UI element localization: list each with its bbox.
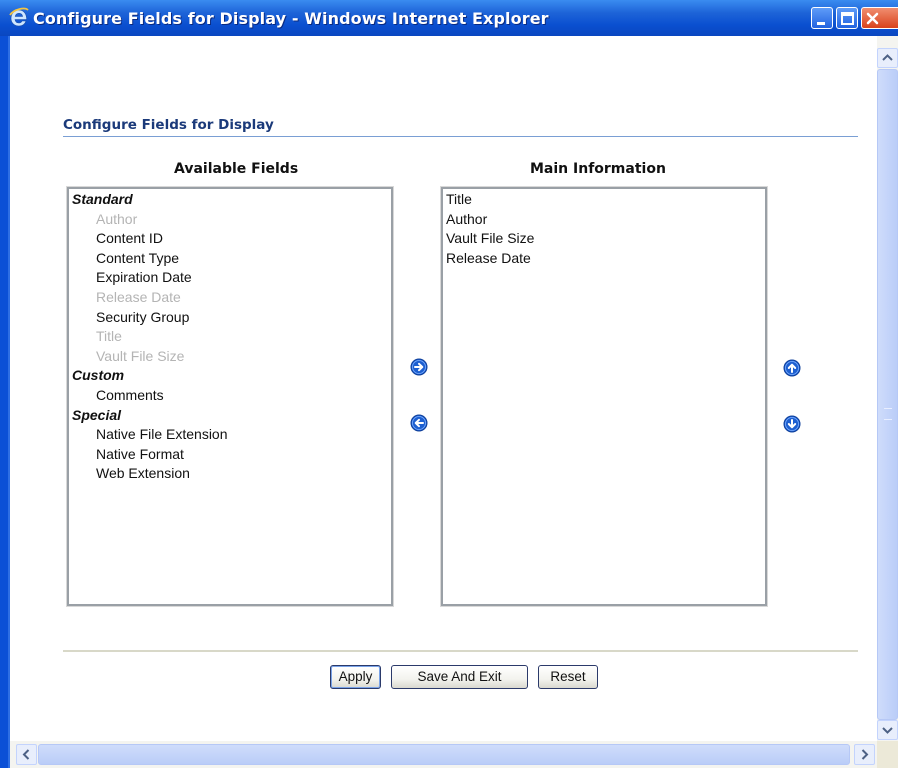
main-information-list[interactable]: Title Author Vault File Size Release Date bbox=[440, 186, 768, 607]
scroll-left-button[interactable] bbox=[16, 744, 37, 765]
apply-button[interactable]: Apply bbox=[330, 665, 381, 689]
available-field-option: Author bbox=[96, 210, 138, 227]
main-information-option[interactable]: Author bbox=[446, 210, 765, 230]
page-content: Configure Fields for Display Available F… bbox=[10, 36, 877, 741]
horizontal-scroll-thumb[interactable] bbox=[38, 744, 850, 765]
close-icon bbox=[866, 12, 879, 25]
save-and-exit-button[interactable]: Save And Exit bbox=[391, 665, 528, 689]
window-title: Configure Fields for Display - Windows I… bbox=[33, 9, 549, 28]
arrow-left-circle-icon bbox=[410, 414, 428, 432]
available-field-option[interactable]: Expiration Date bbox=[72, 268, 391, 288]
move-up-button[interactable] bbox=[783, 359, 801, 377]
available-field-option[interactable]: Content ID bbox=[72, 229, 391, 249]
scroll-down-button[interactable] bbox=[877, 720, 898, 740]
arrow-up-circle-icon bbox=[783, 359, 801, 377]
available-field-option: Vault File Size bbox=[96, 347, 185, 364]
vertical-scroll-thumb[interactable] bbox=[877, 69, 898, 720]
arrow-right-circle-icon bbox=[410, 358, 428, 376]
main-information-option[interactable]: Vault File Size bbox=[446, 229, 765, 249]
vertical-scrollbar[interactable] bbox=[877, 36, 898, 741]
chevron-left-icon bbox=[22, 749, 30, 760]
chevron-up-icon bbox=[882, 54, 893, 61]
chevron-right-icon bbox=[861, 749, 869, 760]
move-left-button[interactable] bbox=[410, 414, 428, 432]
maximize-icon bbox=[841, 12, 854, 25]
available-field-option[interactable]: Content Type bbox=[72, 249, 391, 269]
main-information-header: Main Information bbox=[530, 161, 666, 177]
page-title: Configure Fields for Display bbox=[63, 117, 274, 133]
horizontal-scrollbar[interactable] bbox=[10, 741, 877, 768]
available-fields-list[interactable]: Standard Author Content ID Content Type Expi… bbox=[66, 186, 394, 607]
scrollbar-corner bbox=[877, 741, 898, 768]
ie-logo-icon bbox=[9, 7, 29, 27]
title-divider bbox=[63, 136, 858, 137]
available-field-option[interactable]: Web Extension bbox=[72, 464, 391, 484]
available-field-option: Release Date bbox=[96, 288, 181, 305]
window-frame-left bbox=[0, 36, 10, 768]
available-field-option[interactable]: Comments bbox=[72, 386, 391, 406]
field-group-label: Standard bbox=[72, 191, 133, 207]
minimize-icon bbox=[817, 22, 825, 25]
maximize-button[interactable] bbox=[836, 7, 858, 29]
move-down-button[interactable] bbox=[783, 415, 801, 433]
available-field-option[interactable]: Native File Extension bbox=[72, 425, 391, 445]
close-button[interactable] bbox=[861, 7, 898, 29]
available-fields-header: Available Fields bbox=[174, 161, 299, 177]
main-information-option[interactable]: Release Date bbox=[446, 249, 765, 269]
reset-button[interactable]: Reset bbox=[538, 665, 598, 689]
available-field-option: Title bbox=[96, 328, 122, 345]
chevron-down-icon bbox=[882, 727, 893, 734]
available-field-option[interactable]: Native Format bbox=[72, 445, 391, 465]
scroll-up-button[interactable] bbox=[877, 48, 898, 68]
minimize-button[interactable] bbox=[811, 7, 833, 29]
scroll-right-button[interactable] bbox=[854, 744, 875, 765]
footer-divider bbox=[63, 650, 858, 652]
field-group-label: Custom bbox=[72, 367, 125, 384]
window-titlebar[interactable]: Configure Fields for Display - Windows I… bbox=[0, 0, 898, 36]
move-right-button[interactable] bbox=[410, 358, 428, 376]
arrow-down-circle-icon bbox=[783, 415, 801, 433]
available-field-option[interactable]: Security Group bbox=[72, 308, 391, 328]
main-information-option[interactable]: Title bbox=[446, 190, 765, 210]
field-group-label: Special bbox=[72, 406, 122, 423]
